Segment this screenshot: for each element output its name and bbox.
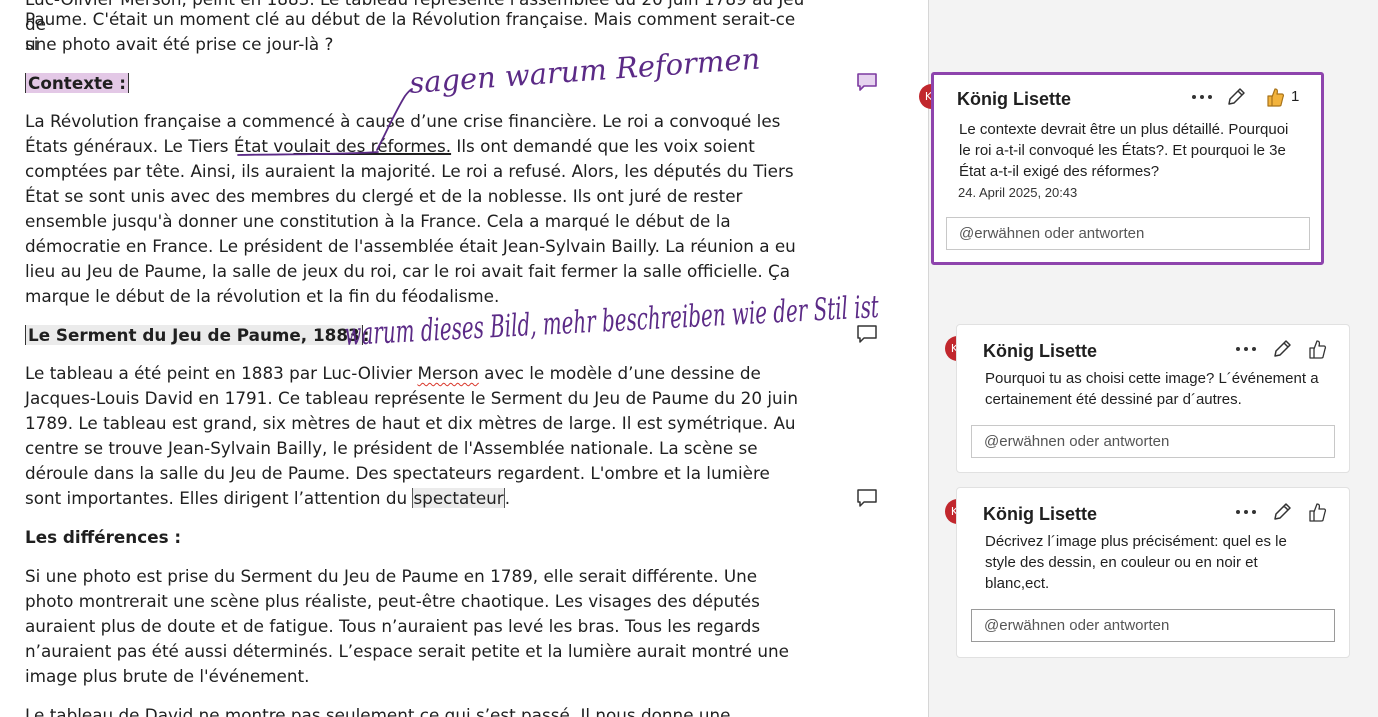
document-canvas[interactable]: Luc-Olivier Merson, peint en 1883. Le ta… bbox=[0, 0, 928, 717]
heading-differences[interactable]: Les différences : bbox=[25, 525, 181, 550]
like-thumb-icon[interactable] bbox=[1305, 337, 1329, 361]
like-count: 1 bbox=[1291, 88, 1300, 105]
paragraph-last[interactable]: Le tableau de David ne montre pas seulem… bbox=[25, 703, 810, 717]
edit-pencil-icon[interactable] bbox=[1224, 85, 1248, 109]
paragraph-differences[interactable]: Si une photo est prise du Serment du Jeu… bbox=[25, 564, 810, 689]
more-options-icon[interactable] bbox=[1234, 337, 1258, 361]
comment-date: 24. April 2025, 20:43 bbox=[958, 185, 1078, 200]
comment-text: Décrivez l´image plus précisément: quel … bbox=[985, 533, 1287, 592]
comments-pane: KL König Lisette 1 Le contexte devrait ê… bbox=[919, 0, 1378, 717]
comment-author: König Lisette bbox=[983, 341, 1098, 361]
heading-serment[interactable]: Le Serment du Jeu de Paume, 1883: bbox=[25, 323, 369, 348]
selected-word: spectateur bbox=[412, 488, 505, 508]
like-thumb-icon[interactable] bbox=[1263, 85, 1287, 109]
comment-text: Pourquoi tu as choisi cette image? L´évé… bbox=[985, 370, 1319, 408]
comment-author: König Lisette bbox=[983, 504, 1098, 524]
paragraph-contexte[interactable]: La Révolution française a commencé à cau… bbox=[25, 109, 810, 309]
comment-marker-icon[interactable] bbox=[856, 323, 878, 345]
comment-card-active[interactable]: König Lisette 1 Le contexte devrait être… bbox=[931, 72, 1324, 265]
comment-marker-icon[interactable] bbox=[856, 487, 878, 509]
reply-input[interactable]: @erwähnen oder antworten bbox=[971, 425, 1335, 458]
comment-text: Le contexte devrait être un plus détaill… bbox=[959, 121, 1289, 180]
heading-contexte[interactable]: Contexte : bbox=[25, 71, 129, 96]
intro-line-3: une photo avait été prise ce jour-là ? bbox=[25, 34, 334, 54]
comment-marker-icon[interactable] bbox=[856, 71, 878, 93]
paragraph-serment[interactable]: Le tableau a été peint en 1883 par Luc-O… bbox=[25, 361, 810, 511]
comment-author: König Lisette bbox=[957, 89, 1072, 109]
reply-input[interactable]: @erwähnen oder antworten bbox=[946, 217, 1310, 250]
edit-pencil-icon[interactable] bbox=[1270, 500, 1294, 524]
underlined-reformes: ulait des réformes. bbox=[293, 136, 452, 156]
more-options-icon[interactable] bbox=[1234, 500, 1258, 524]
comment-card[interactable]: König Lisette Pourquoi tu as choisi cett… bbox=[956, 324, 1350, 473]
reply-input[interactable]: @erwähnen oder antworten bbox=[971, 609, 1335, 642]
comment-card[interactable]: König Lisette Décrivez l´image plus préc… bbox=[956, 487, 1350, 658]
more-options-icon[interactable] bbox=[1190, 85, 1214, 109]
spellcheck-merson: Merson bbox=[417, 363, 479, 383]
like-thumb-icon[interactable] bbox=[1305, 500, 1329, 524]
edit-pencil-icon[interactable] bbox=[1270, 337, 1294, 361]
